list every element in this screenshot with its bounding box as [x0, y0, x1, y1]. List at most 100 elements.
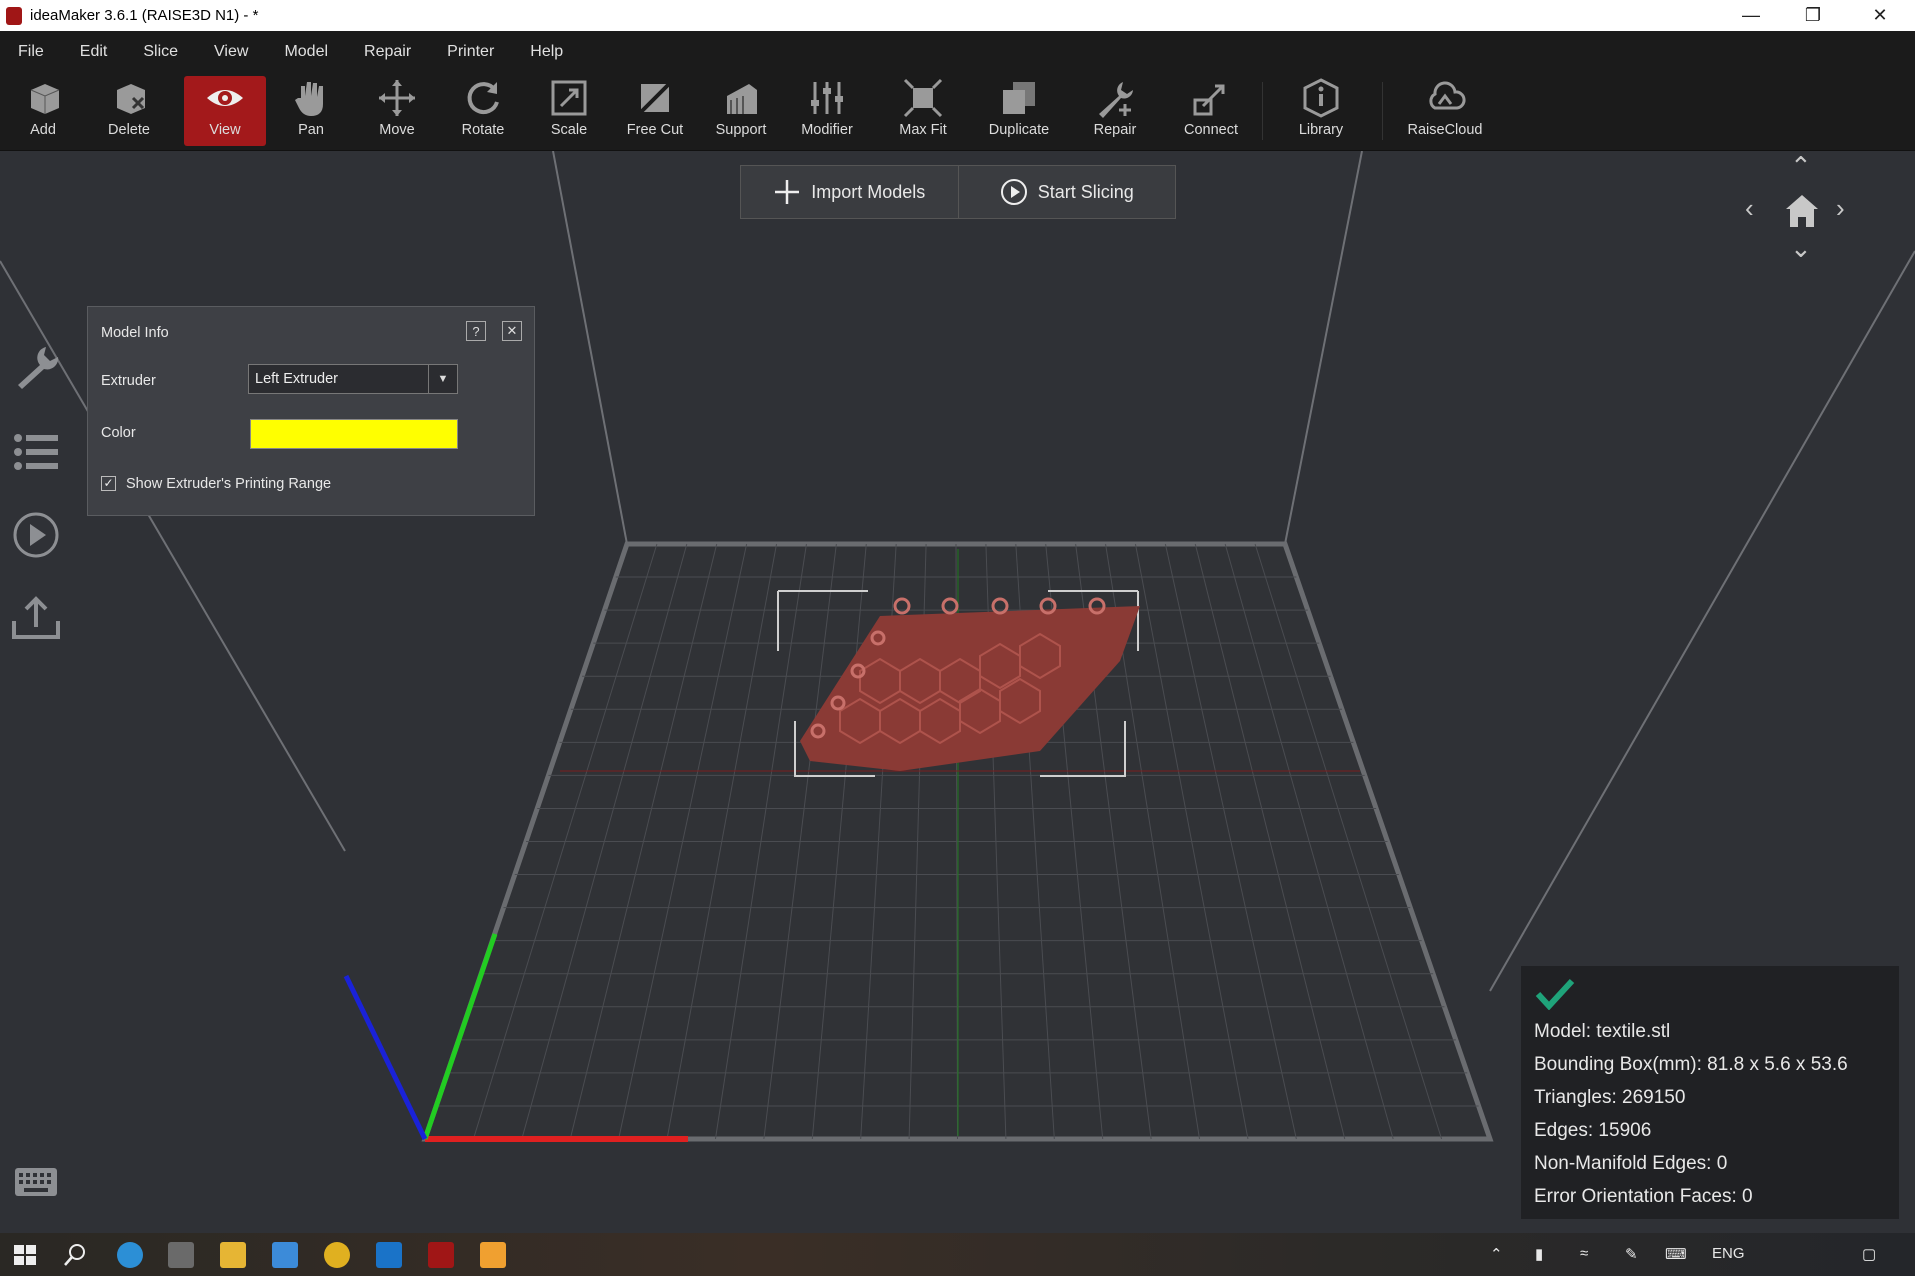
- play-icon[interactable]: [10, 509, 62, 561]
- toolbar: Add Delete View Pan Move Rotate Scale Fr…: [0, 72, 1915, 151]
- panel-title: Model Info: [101, 325, 169, 341]
- menu-printer[interactable]: Printer: [429, 43, 512, 61]
- keyboard-tray-icon[interactable]: ⌨: [1665, 1245, 1687, 1263]
- menu-help[interactable]: Help: [512, 43, 581, 61]
- free-cut-button[interactable]: Free Cut: [614, 76, 696, 146]
- add-icon: [30, 84, 60, 114]
- repair-button[interactable]: Repair: [1074, 76, 1156, 146]
- camera-down-icon[interactable]: ⌄: [1790, 233, 1812, 264]
- modifier-icon: [811, 82, 843, 114]
- status-triangles: Triangles: 269150: [1534, 1087, 1686, 1108]
- raisecloud-button[interactable]: RaiseCloud: [1404, 76, 1486, 146]
- chevron-down-icon: ▼: [428, 365, 457, 393]
- home-view-icon[interactable]: [1782, 191, 1822, 231]
- color-swatch[interactable]: [250, 419, 458, 449]
- menu-slice[interactable]: Slice: [125, 43, 196, 61]
- keyboard-icon[interactable]: [14, 1167, 58, 1197]
- title-bar: ideaMaker 3.6.1 (RAISE3D N1) - * — ❐ ✕: [0, 0, 1915, 31]
- menu-model[interactable]: Model: [266, 43, 346, 61]
- pen-icon[interactable]: ✎: [1625, 1245, 1638, 1263]
- extruder-select[interactable]: Left Extruder ▼: [248, 364, 458, 394]
- support-label: Support: [715, 122, 767, 138]
- list-icon[interactable]: [10, 426, 62, 478]
- color-label: Color: [101, 425, 136, 441]
- tray-chevron-icon[interactable]: ⌃: [1490, 1245, 1503, 1263]
- close-button[interactable]: ✕: [1849, 0, 1911, 31]
- duplicate-icon: [1003, 82, 1035, 114]
- library-button[interactable]: Library: [1280, 76, 1362, 146]
- menu-file[interactable]: File: [0, 43, 62, 61]
- model-info-panel: Model Info ? ✕ Extruder Left Extruder ▼ …: [87, 306, 535, 516]
- menu-edit[interactable]: Edit: [62, 43, 126, 61]
- scale-icon: [551, 80, 587, 116]
- delete-button[interactable]: Delete: [88, 76, 170, 146]
- search-icon[interactable]: [62, 1242, 88, 1268]
- minimize-button[interactable]: —: [1720, 0, 1782, 31]
- panel-close-button[interactable]: ✕: [502, 321, 522, 341]
- view-button[interactable]: View: [184, 76, 266, 146]
- file-explorer-icon[interactable]: [220, 1242, 246, 1268]
- connect-label: Connect: [1183, 122, 1238, 138]
- add-label: Add: [30, 122, 56, 138]
- play-circle-icon: [1000, 179, 1027, 205]
- camera-right-icon[interactable]: ›: [1836, 193, 1845, 224]
- add-button[interactable]: Add: [2, 76, 84, 146]
- library-icon: [1303, 78, 1339, 118]
- delete-icon: [117, 84, 145, 114]
- modifier-button[interactable]: Modifier: [786, 76, 868, 146]
- status-edges: Edges: 15906: [1534, 1120, 1652, 1141]
- menu-repair[interactable]: Repair: [346, 43, 429, 61]
- rotate-label: Rotate: [461, 122, 505, 138]
- cut-icon: [637, 80, 673, 116]
- app-taskbar-icon[interactable]: [480, 1242, 506, 1268]
- duplicate-label: Duplicate: [988, 122, 1050, 138]
- eye-icon: [207, 90, 243, 106]
- max-fit-label: Max Fit: [899, 122, 947, 138]
- menu-view[interactable]: View: [196, 43, 266, 61]
- support-button[interactable]: Support: [700, 76, 782, 146]
- pan-label: Pan: [298, 122, 324, 138]
- hand-icon: [295, 82, 323, 116]
- restore-button[interactable]: ❐: [1782, 0, 1844, 31]
- outlook-icon[interactable]: [376, 1242, 402, 1268]
- duplicate-button[interactable]: Duplicate: [978, 76, 1060, 146]
- chrome-icon[interactable]: [324, 1242, 350, 1268]
- pan-button[interactable]: Pan: [270, 76, 352, 146]
- move-label: Move: [379, 122, 415, 138]
- edge-browser-icon[interactable]: [117, 1242, 143, 1268]
- connect-button[interactable]: Connect: [1170, 76, 1252, 146]
- upload-icon[interactable]: [10, 591, 62, 643]
- notifications-icon[interactable]: ▢: [1862, 1245, 1876, 1263]
- plus-icon: [775, 180, 800, 204]
- check-icon: [1535, 978, 1575, 1010]
- support-icon: [727, 84, 757, 114]
- modifier-label: Modifier: [801, 122, 853, 138]
- start-slicing-button[interactable]: Start Slicing: [957, 166, 1175, 218]
- printing-range-label: Show Extruder's Printing Range: [126, 476, 332, 492]
- move-arrows-icon: [379, 80, 415, 116]
- start-slicing-label: Start Slicing: [1037, 181, 1134, 202]
- camera-up-icon[interactable]: ⌃: [1790, 151, 1812, 182]
- move-button[interactable]: Move: [356, 76, 438, 146]
- ideamaker-taskbar-icon[interactable]: [428, 1242, 454, 1268]
- wrench-icon[interactable]: [10, 341, 62, 393]
- import-models-label: Import Models: [811, 181, 926, 202]
- camera-left-icon[interactable]: ‹: [1745, 193, 1754, 224]
- taskbar: ⌃ ▮ ≈ ✎ ⌨ ENG ▢: [0, 1233, 1915, 1276]
- max-fit-button[interactable]: Max Fit: [882, 76, 964, 146]
- store-icon[interactable]: [168, 1242, 194, 1268]
- connect-icon: [1193, 84, 1225, 116]
- menu-bar: File Edit Slice View Model Repair Printe…: [0, 31, 1915, 72]
- import-models-button[interactable]: Import Models: [741, 166, 958, 218]
- network-icon[interactable]: ≈: [1580, 1245, 1588, 1262]
- mail-icon[interactable]: [272, 1242, 298, 1268]
- raisecloud-label: RaiseCloud: [1407, 122, 1483, 138]
- help-button[interactable]: ?: [466, 321, 486, 341]
- status-non-manifold: Non-Manifold Edges: 0: [1534, 1153, 1728, 1174]
- scale-button[interactable]: Scale: [528, 76, 610, 146]
- windows-start-icon[interactable]: [12, 1242, 38, 1268]
- max-fit-icon: [903, 78, 943, 118]
- language-indicator[interactable]: ENG: [1712, 1245, 1745, 1262]
- printing-range-checkbox[interactable]: ✓: [101, 476, 116, 491]
- rotate-button[interactable]: Rotate: [442, 76, 524, 146]
